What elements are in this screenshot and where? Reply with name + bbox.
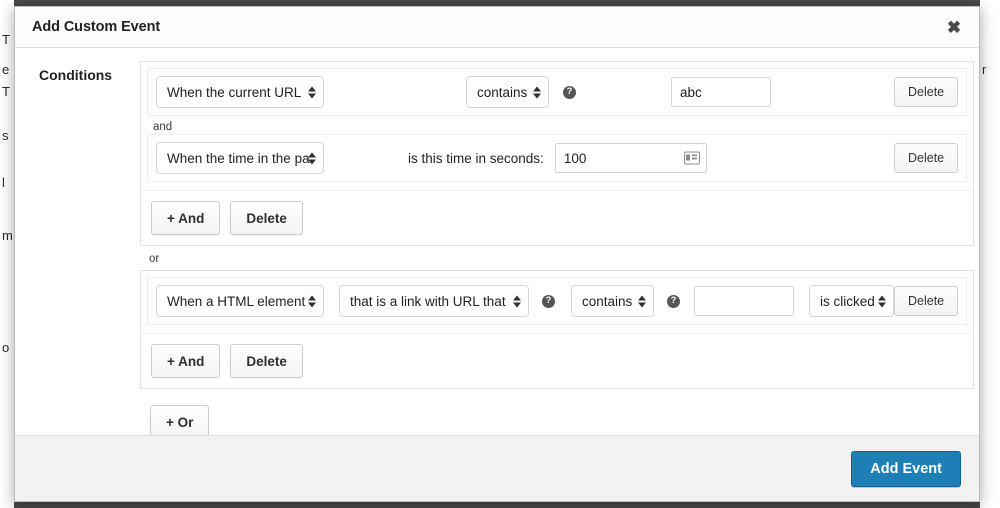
group-actions: + And Delete xyxy=(141,333,974,388)
background-text-fragment: o xyxy=(2,340,10,355)
condition-value-input[interactable] xyxy=(671,77,771,107)
add-event-button[interactable]: Add Event xyxy=(851,450,961,487)
help-icon[interactable]: ? xyxy=(542,294,555,308)
help-icon[interactable]: ? xyxy=(667,294,680,308)
action-select-wrap: is clicked xyxy=(809,285,894,317)
operator-select-wrap: contains xyxy=(571,285,654,317)
condition-row: When a HTML element that is a link with … xyxy=(147,277,968,325)
help-icon[interactable]: ? xyxy=(563,85,576,99)
condition-group: When a HTML element that is a link with … xyxy=(140,270,975,389)
condition-group: When the current URL contains ? De xyxy=(140,61,975,246)
conditions-label: Conditions xyxy=(39,67,113,83)
background-text-fragment: T xyxy=(2,32,10,47)
group-actions: + And Delete xyxy=(141,190,974,245)
trigger-select[interactable]: When a HTML element xyxy=(156,285,324,317)
seconds-input-wrap xyxy=(554,143,707,173)
add-and-button[interactable]: + And xyxy=(151,344,221,378)
add-custom-event-modal: Add Custom Event ✖ Conditions When the c… xyxy=(14,6,980,502)
add-and-button[interactable]: + And xyxy=(151,201,221,235)
operator-select[interactable]: contains xyxy=(571,285,654,317)
close-icon[interactable]: ✖ xyxy=(941,14,967,40)
selector-select[interactable]: that is a link with URL that xyxy=(339,285,529,317)
trigger-select-wrap: When the time in the pa xyxy=(156,142,324,174)
condition-row: When the current URL contains ? De xyxy=(147,68,968,116)
delete-group-button[interactable]: Delete xyxy=(230,344,303,378)
background-text-fragment: l xyxy=(2,175,5,190)
delete-condition-button[interactable]: Delete xyxy=(894,143,959,173)
background-page-right-sliver: r xyxy=(980,0,1000,508)
and-joiner-label: and xyxy=(153,121,173,133)
condition-value-input[interactable] xyxy=(694,286,794,316)
trigger-select[interactable]: When the time in the pa xyxy=(156,142,324,174)
background-page-left-sliver: T e T s l m o xyxy=(0,0,14,508)
add-or-button[interactable]: + Or xyxy=(150,405,210,435)
trigger-select-wrap: When the current URL xyxy=(156,76,324,108)
selector-select-wrap: that is a link with URL that xyxy=(339,285,529,317)
operator-select[interactable]: contains xyxy=(466,76,549,108)
operator-select-wrap: contains xyxy=(466,76,549,108)
modal-body: Conditions When the current URL contains xyxy=(15,48,979,435)
delete-condition-button[interactable]: Delete xyxy=(894,286,959,316)
background-text-fragment: e xyxy=(2,62,10,77)
trigger-select[interactable]: When the current URL xyxy=(156,76,324,108)
page-title: Add Custom Event xyxy=(32,19,161,35)
add-or-wrap: + Or xyxy=(140,389,974,435)
background-text-fragment: m xyxy=(2,228,13,243)
condition-row: When the time in the pa is this time in … xyxy=(147,134,968,182)
trigger-select-wrap: When a HTML element xyxy=(156,285,324,317)
seconds-label: is this time in seconds: xyxy=(408,150,544,166)
modal-header: Add Custom Event ✖ xyxy=(15,7,979,48)
background-text-fragment: T xyxy=(2,84,10,99)
background-text-fragment: s xyxy=(2,128,9,143)
conditions-column: When the current URL contains ? De xyxy=(140,61,979,435)
delete-condition-button[interactable]: Delete xyxy=(894,77,959,107)
delete-group-button[interactable]: Delete xyxy=(230,201,303,235)
background-text-fragment: r xyxy=(982,62,987,77)
or-joiner-label: or xyxy=(149,253,160,265)
modal-footer: Add Event xyxy=(15,435,979,501)
conditions-section: Conditions When the current URL contains xyxy=(15,61,979,435)
seconds-input[interactable] xyxy=(554,143,707,173)
action-select[interactable]: is clicked xyxy=(809,285,894,317)
